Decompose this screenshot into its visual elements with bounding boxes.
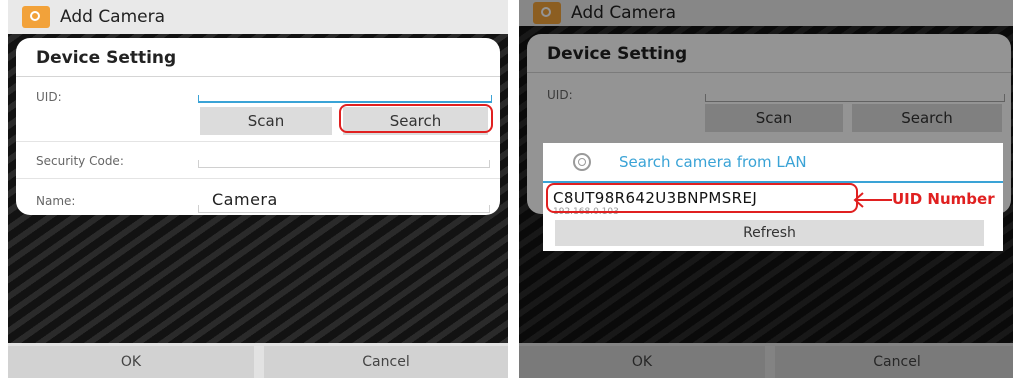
bottom-bar: OK Cancel (8, 343, 508, 378)
dialog-title: Device Setting (36, 48, 177, 68)
divider (16, 76, 500, 77)
uid-highlight (546, 183, 858, 213)
security-code-input[interactable] (198, 160, 490, 168)
cancel-button[interactable]: Cancel (264, 346, 508, 378)
uid-label: UID: (36, 90, 62, 104)
divider (16, 178, 500, 179)
uid-input[interactable] (198, 95, 492, 103)
annotation-arrow-icon (853, 192, 892, 208)
name-label: Name: (36, 194, 76, 208)
popup-title: Search camera from LAN (619, 153, 807, 171)
device-setting-dialog: Device Setting UID: Scan Search Security… (16, 38, 500, 215)
title-bar: Add Camera (8, 0, 508, 34)
divider (16, 141, 500, 142)
name-input[interactable] (198, 205, 490, 213)
uid-number-annotation: UID Number (892, 190, 995, 208)
security-code-label: Security Code: (36, 154, 124, 168)
refresh-button[interactable]: Refresh (555, 220, 984, 246)
search-highlight (339, 104, 493, 133)
scan-button[interactable]: Scan (200, 107, 332, 135)
camera-app-icon (22, 6, 50, 28)
app-title: Add Camera (60, 7, 166, 27)
screen-right: Add Camera Device Setting UID: Scan Sear… (519, 0, 1013, 378)
popup-header: Search camera from LAN (543, 143, 1003, 183)
screen-left: Add Camera Device Setting UID: Scan Sear… (8, 0, 508, 378)
search-lan-icon (573, 153, 591, 171)
ok-button[interactable]: OK (8, 346, 254, 378)
